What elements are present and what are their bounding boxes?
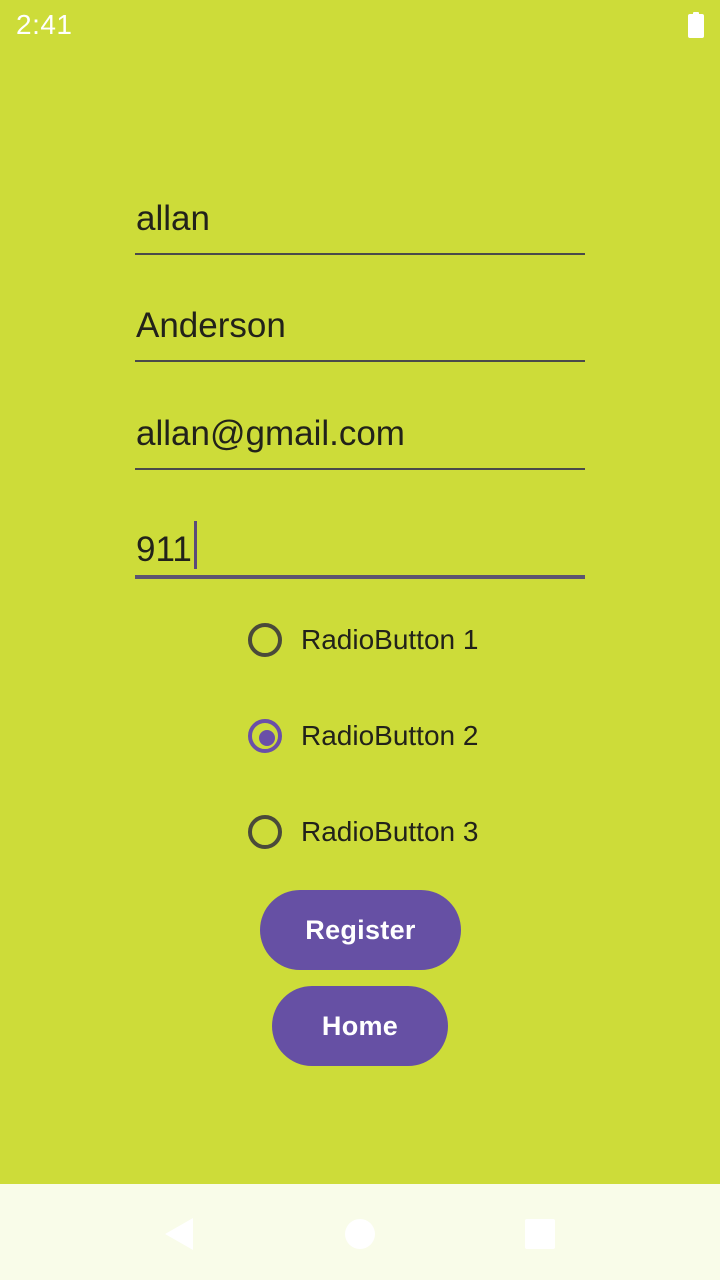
back-triangle-icon[interactable] <box>160 1214 200 1254</box>
radio-button-3-label: RadioButton 3 <box>301 816 479 847</box>
last-name-field[interactable]: Anderson <box>135 300 585 362</box>
phone-field[interactable]: 911 <box>135 515 585 579</box>
radio-button-2-label: RadioButton 2 <box>301 720 479 751</box>
radio-checked-icon <box>248 719 282 753</box>
radio-unchecked-icon <box>248 623 282 657</box>
home-circle-icon[interactable] <box>340 1214 380 1254</box>
phone-field-content: 911 <box>136 521 197 570</box>
radio-dot <box>259 730 275 746</box>
radio-button-3[interactable]: RadioButton 3 <box>248 813 508 857</box>
first-name-field[interactable]: allan <box>135 193 585 255</box>
radio-unchecked-icon <box>248 815 282 849</box>
navigation-bar <box>0 1184 720 1280</box>
radio-button-2[interactable]: RadioButton 2 <box>248 717 508 761</box>
email-field[interactable]: allan@gmail.com <box>135 408 585 470</box>
recents-square-icon[interactable] <box>520 1214 560 1254</box>
home-button[interactable]: Home <box>272 986 448 1066</box>
radio-button-1-label: RadioButton 1 <box>301 624 479 655</box>
battery-full-icon <box>688 12 704 38</box>
first-name-value: allan <box>136 199 210 238</box>
email-value: allan@gmail.com <box>136 414 405 453</box>
register-button[interactable]: Register <box>260 890 461 970</box>
radio-button-1[interactable]: RadioButton 1 <box>248 621 508 665</box>
phone-value: 911 <box>136 530 192 569</box>
last-name-value: Anderson <box>136 306 286 345</box>
status-bar: 2:41 <box>0 0 720 48</box>
status-time: 2:41 <box>16 9 73 40</box>
text-cursor <box>193 521 197 569</box>
